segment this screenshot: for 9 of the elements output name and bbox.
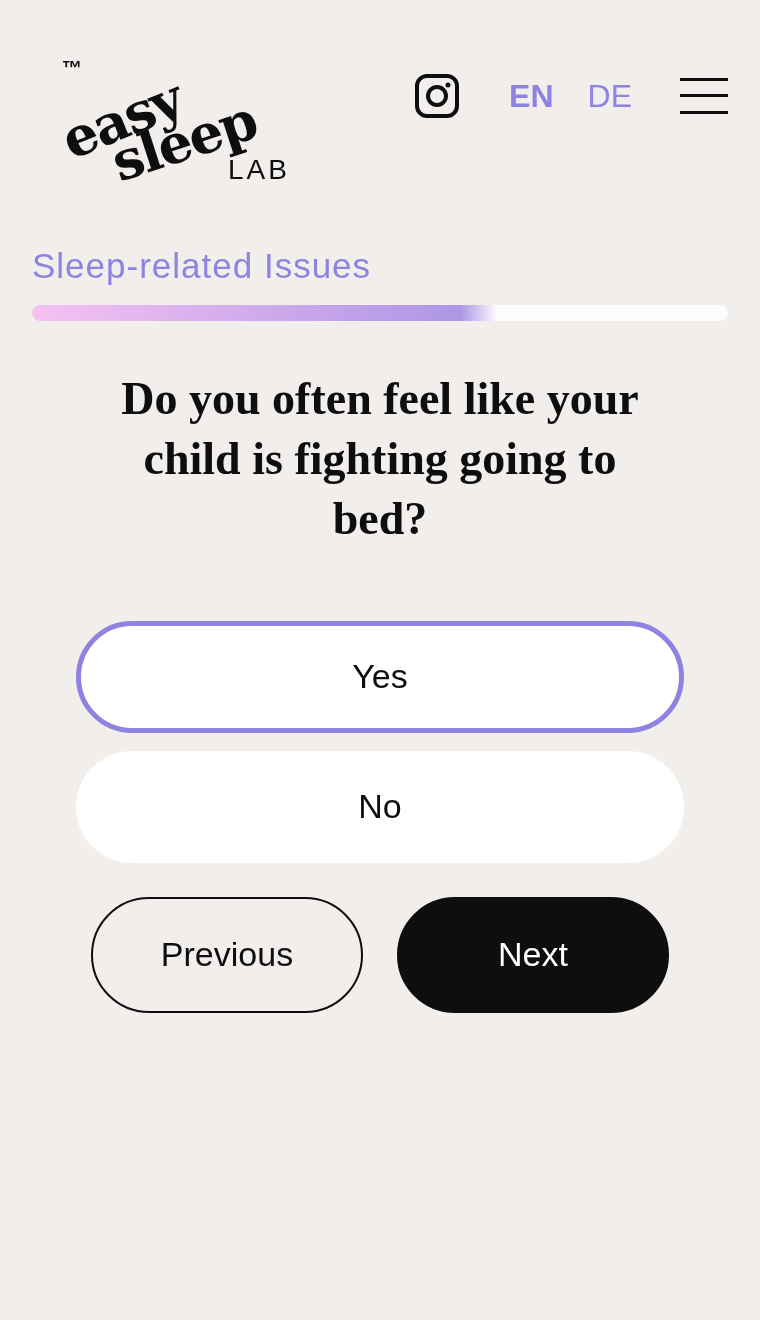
- question: Do you often feel like your child is fighting going to bed?: [120, 371, 640, 546]
- instagram-icon[interactable]: [415, 74, 460, 118]
- menu-button[interactable]: [680, 77, 728, 115]
- next-button[interactable]: Next: [397, 896, 669, 1013]
- answer-option[interactable]: Yes: [76, 620, 684, 733]
- answer-option[interactable]: No: [76, 750, 684, 863]
- previous-button[interactable]: Previous: [91, 896, 363, 1013]
- trademark-symbol: ™: [62, 58, 82, 78]
- section-title: Sleep-related Issues: [32, 245, 373, 287]
